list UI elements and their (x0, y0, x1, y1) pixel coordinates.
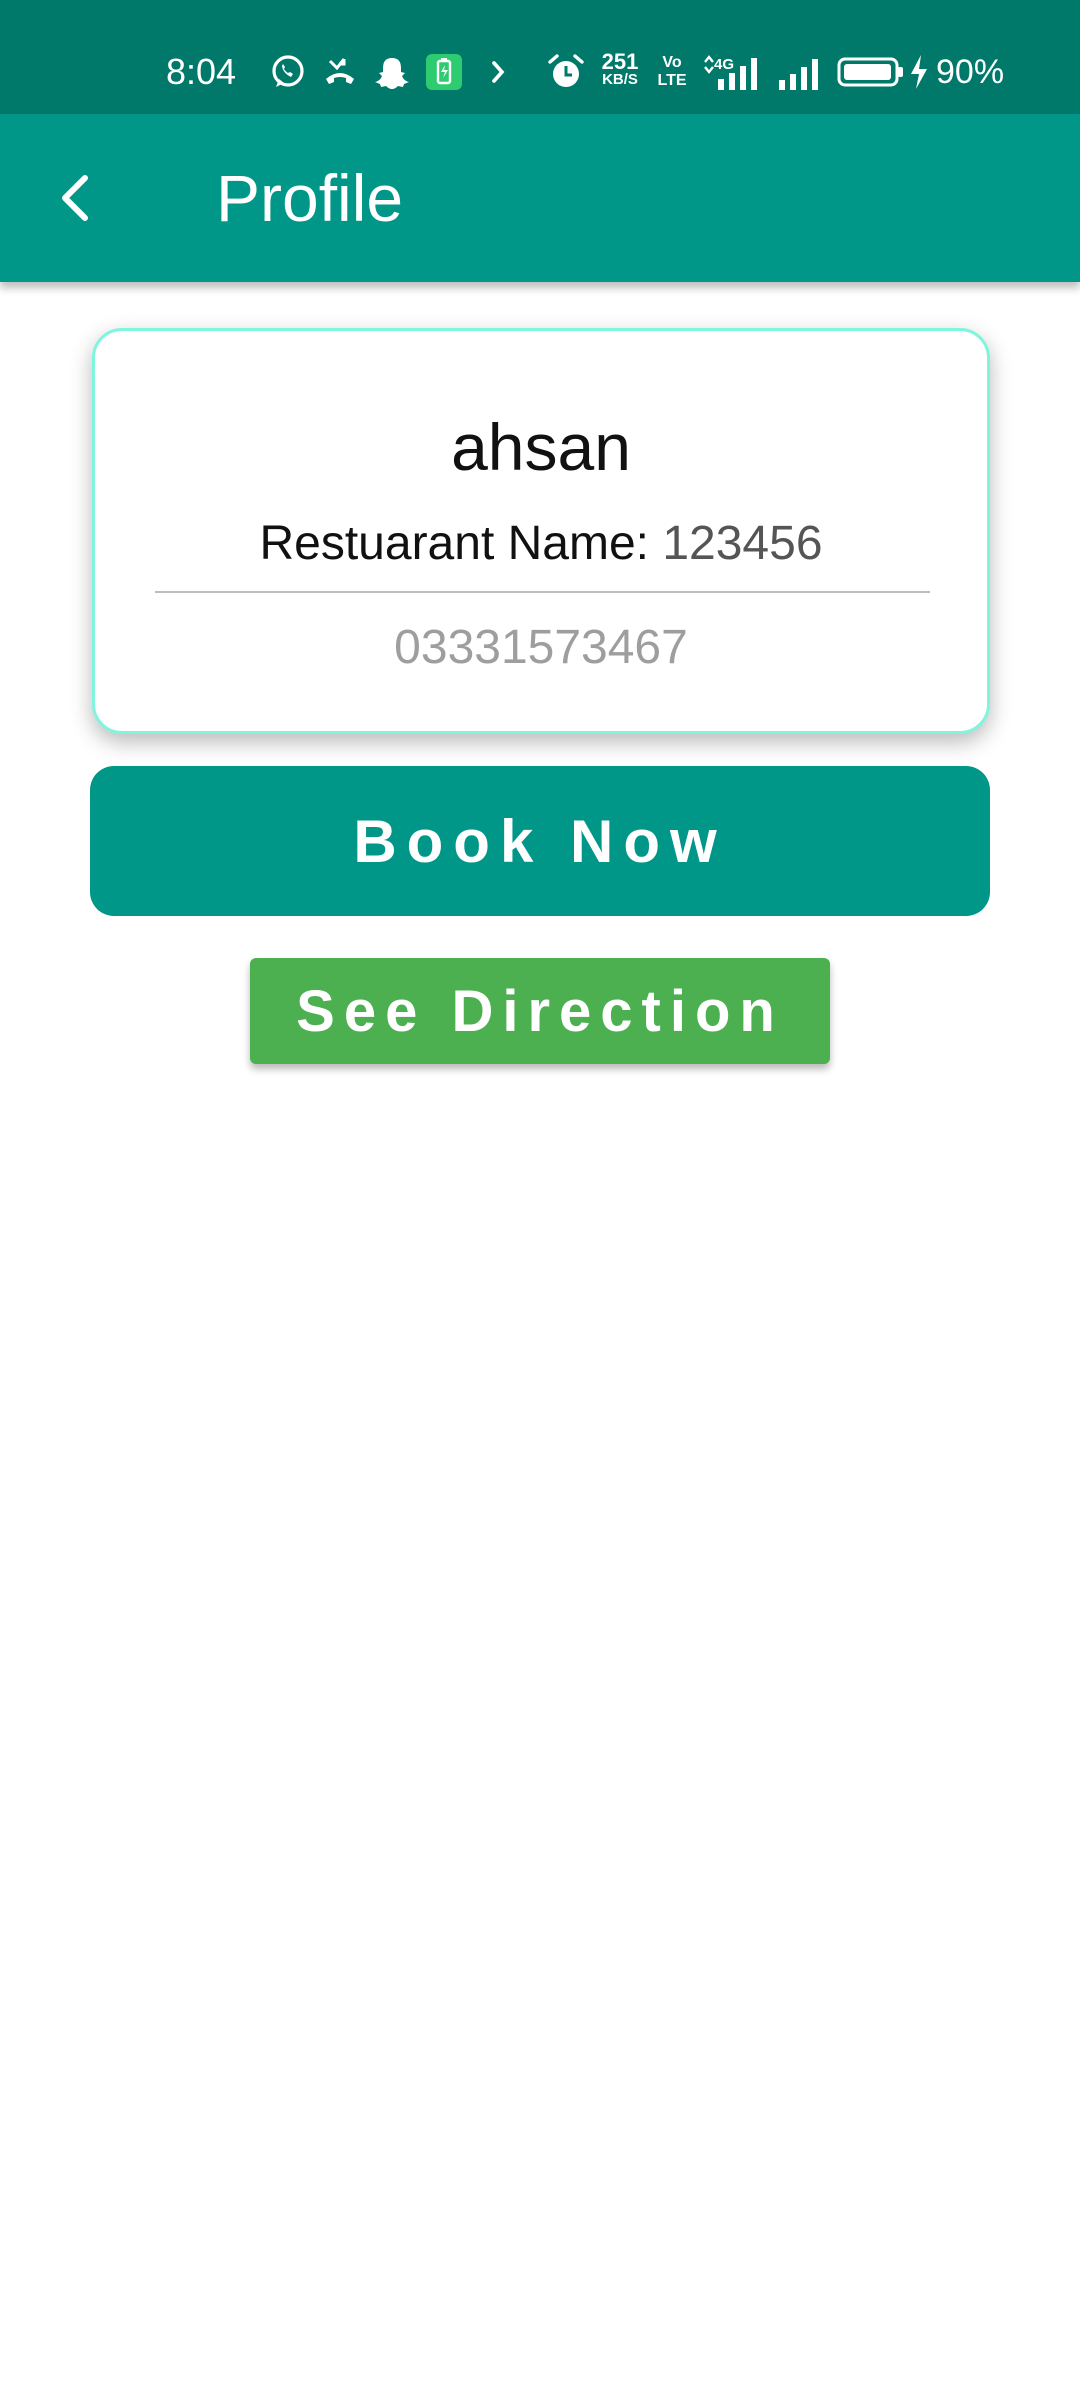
app-bar: Profile (0, 114, 1080, 282)
alarm-icon (546, 50, 586, 94)
profile-card: ahsan Restuarant Name: 123456 0333157346… (92, 328, 990, 734)
status-bar: 8:04 251 KB/S Vo LTE 4G 90% (0, 0, 1080, 114)
restaurant-label: Restuarant Name: (259, 517, 649, 570)
book-now-label: Book Now (353, 807, 727, 875)
more-notifications-icon (484, 50, 512, 94)
back-button[interactable] (36, 158, 116, 238)
back-arrow-icon (62, 175, 88, 221)
see-direction-label: See Direction (296, 978, 784, 1044)
see-direction-button[interactable]: See Direction (250, 958, 830, 1064)
page-title: Profile (216, 161, 404, 235)
whatsapp-icon (268, 50, 308, 94)
battery-percent: 90% (936, 53, 1005, 91)
status-time: 8:04 (166, 51, 237, 92)
charging-icon (906, 50, 932, 94)
volte-indicator: Vo LTE (652, 54, 692, 90)
network-speed: 251 KB/S (596, 51, 644, 88)
phone-number: 03331573467 (394, 621, 688, 674)
card-divider (155, 591, 930, 593)
volte-top: Vo (662, 54, 682, 71)
restaurant-value: 123456 (662, 517, 823, 570)
book-now-button[interactable]: Book Now (90, 766, 990, 916)
profile-screen: 8:04 251 KB/S Vo LTE 4G 90% Profile ahsa… (0, 0, 1080, 2400)
snapchat-icon (372, 50, 412, 94)
profile-name: ahsan (451, 410, 631, 484)
network-type-label: 4G (714, 56, 734, 73)
network-speed-unit: KB/S (602, 71, 638, 88)
signal-4g-icon: 4G (702, 50, 768, 94)
volte-bottom: LTE (657, 72, 687, 89)
battery-saver-icon (424, 50, 464, 94)
signal-icon (776, 50, 822, 94)
battery-icon (836, 50, 906, 94)
restaurant-line: Restuarant Name: 123456 (95, 513, 987, 575)
missed-call-icon (318, 50, 362, 94)
